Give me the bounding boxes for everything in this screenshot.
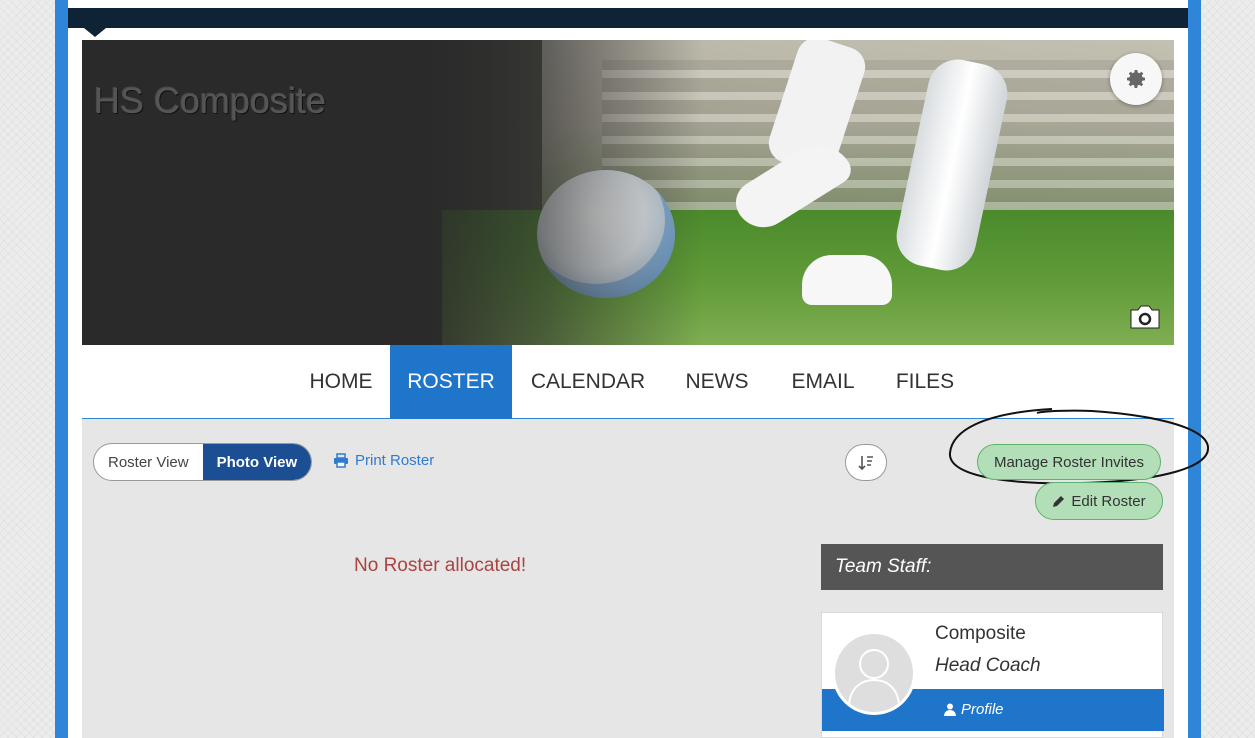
team-title: HS Composite [94, 80, 327, 121]
team-banner: HS Composite [82, 40, 1174, 345]
nav-news[interactable]: NEWS [664, 345, 770, 419]
print-roster-link[interactable]: Print Roster [333, 452, 434, 469]
staff-name: Composite [935, 623, 1026, 644]
roster-view-option[interactable]: Roster View [94, 444, 203, 480]
roster-content: Roster View Photo View Print Roster Mana… [82, 408, 1210, 738]
printer-icon [334, 453, 348, 468]
staff-role: Head Coach [935, 655, 1041, 676]
photo-view-option[interactable]: Photo View [202, 444, 312, 480]
settings-button[interactable] [1110, 53, 1162, 105]
default-avatar-icon [848, 649, 900, 705]
nav-calendar[interactable]: CALENDAR [512, 345, 664, 419]
pencil-icon [1053, 495, 1065, 507]
staff-profile-link[interactable]: Profile [944, 701, 1004, 718]
edit-roster-button[interactable]: Edit Roster [1035, 482, 1163, 520]
empty-roster-message: No Roster allocated! [354, 555, 527, 576]
avatar [832, 631, 916, 715]
view-toggle: Roster View Photo View [93, 443, 313, 481]
sort-icon [858, 455, 873, 470]
profile-label: Profile [961, 701, 1004, 718]
nav-roster[interactable]: ROSTER [390, 345, 512, 419]
change-cover-photo-button[interactable] [1128, 303, 1162, 331]
edit-roster-label: Edit Roster [1071, 492, 1146, 510]
banner-cleat [802, 255, 892, 305]
top-bar [68, 8, 1188, 28]
nav-home[interactable]: HOME [292, 345, 390, 419]
sort-button[interactable] [845, 444, 887, 481]
top-bar-notch [84, 28, 106, 37]
nav-email[interactable]: EMAIL [770, 345, 876, 419]
user-icon [944, 703, 956, 716]
camera-icon [1130, 305, 1160, 329]
manage-roster-invites-button[interactable]: Manage Roster Invites [977, 444, 1161, 480]
team-staff-header: Team Staff: [821, 544, 1163, 590]
print-roster-label: Print Roster [355, 452, 435, 469]
staff-card: Composite Head Coach Profile [821, 612, 1164, 738]
gear-icon [1127, 70, 1145, 88]
